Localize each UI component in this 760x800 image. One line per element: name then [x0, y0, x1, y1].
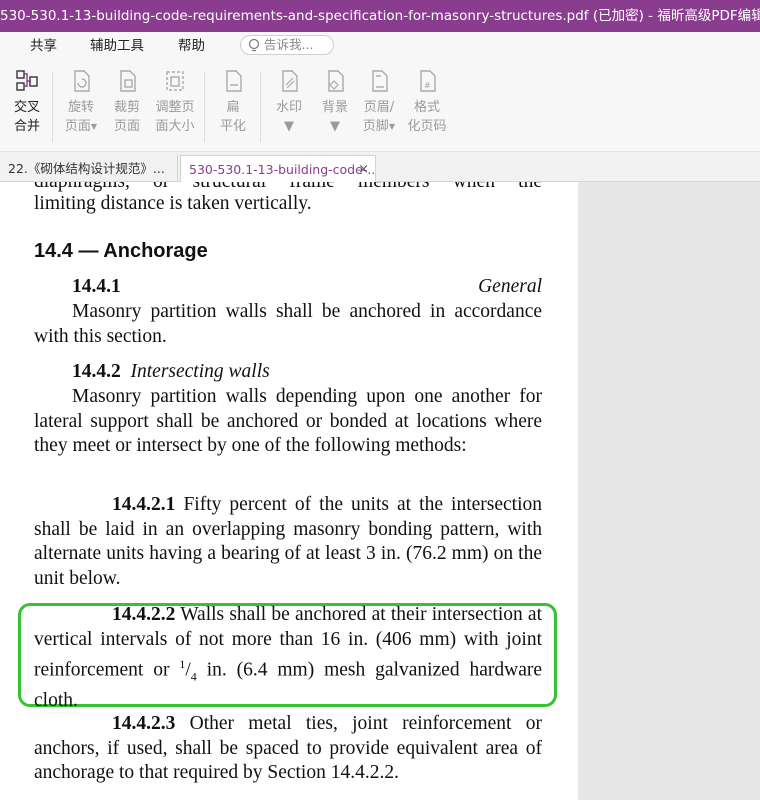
cross-merge-button[interactable]: 交叉 合并	[4, 68, 50, 136]
format-page-number-label-2: 化页码	[407, 119, 447, 134]
background-icon	[328, 70, 344, 92]
crop-page-icon	[120, 70, 136, 92]
flatten-icon	[226, 70, 242, 92]
section-number: 14.4.2	[72, 361, 121, 382]
paragraph-14-4-2-2: 14.4.2.2 Walls shall be anchored at thei…	[34, 604, 542, 711]
rotate-page-icon	[74, 70, 90, 92]
document-tab-bar: 22.《砌体结构设计规范》... 530-530.1-13-building-c…	[0, 152, 760, 182]
cross-merge-label-1: 交叉	[13, 100, 40, 115]
fraction-denominator: 4	[190, 669, 197, 684]
flatten-label-2: 平化	[219, 119, 246, 134]
header-footer-icon	[372, 70, 388, 92]
paragraph-text: Other metal ties, joint reinforcement or…	[34, 713, 542, 783]
resize-page-label-1: 调整页	[155, 100, 195, 115]
menu-share[interactable]: 共享	[30, 32, 57, 60]
flatten-button[interactable]: 扁 平化	[210, 68, 256, 136]
paragraph-14-4-2-1: 14.4.2.1 Fifty percent of the units at t…	[34, 493, 542, 591]
chevron-down-icon: ▼	[388, 122, 396, 131]
document-page: diaphragms, or structural frame members …	[0, 182, 578, 800]
section-number: 14.4.1	[72, 276, 121, 297]
section-number: 14.4.2.2	[112, 604, 176, 625]
resize-page-label-2: 面大小	[155, 119, 195, 134]
rotate-page-label-1: 旋转	[67, 100, 94, 115]
side-panel	[578, 182, 760, 800]
fraction-numerator: 1	[179, 657, 186, 671]
section-title: Intersecting walls	[130, 361, 270, 382]
window-title: 530-530.1-13-building-code-requirements-…	[0, 8, 760, 24]
svg-text:#: #	[424, 81, 431, 90]
chevron-down-icon: ▼	[330, 119, 340, 134]
format-page-number-label-1: 格式	[413, 100, 440, 115]
tab-label: 22.《砌体结构设计规范》...	[8, 161, 165, 176]
watermark-label: 水印	[275, 100, 302, 115]
ribbon-separator	[52, 72, 53, 142]
ribbon-separator	[260, 72, 261, 142]
menu-bar: 共享 辅助工具 帮助 告诉我...	[0, 32, 760, 60]
section-number: 14.4.2.3	[112, 713, 176, 734]
background-label: 背景	[321, 100, 348, 115]
watermark-icon	[282, 70, 298, 92]
crop-page-label-1: 裁剪	[113, 100, 140, 115]
menu-tools[interactable]: 辅助工具	[90, 32, 144, 60]
cross-merge-label-2: 合并	[13, 119, 40, 134]
window-title-bar: 530-530.1-13-building-code-requirements-…	[0, 0, 760, 32]
chevron-down-icon: ▼	[90, 122, 98, 131]
rotate-page-button[interactable]: 旋转 页面▼	[58, 68, 104, 136]
ribbon-separator	[204, 72, 205, 142]
menu-help[interactable]: 帮助	[178, 32, 205, 60]
format-page-number-button[interactable]: # 格式 化页码	[404, 68, 450, 136]
lightbulb-icon	[248, 38, 260, 52]
ribbon-toolbar: 交叉 合并 旋转 页面▼ 裁剪 页面 调整页 面大小 扁 平化 水印 ▼ 背景 …	[0, 60, 760, 152]
tell-me-placeholder: 告诉我...	[264, 37, 314, 52]
tab-masonry-code-cn[interactable]: 22.《砌体结构设计规范》...	[0, 155, 178, 182]
chevron-down-icon: ▼	[284, 119, 294, 134]
section-number: 14.4.2.1	[112, 494, 176, 515]
flatten-label-1: 扁	[226, 100, 240, 115]
cross-merge-icon	[16, 70, 38, 91]
resize-page-button[interactable]: 调整页 面大小	[152, 68, 198, 136]
paragraph-intersecting-walls: Masonry partition walls depending upon o…	[34, 386, 542, 456]
background-button[interactable]: 背景 ▼	[312, 68, 358, 136]
page-number-icon: #	[420, 70, 436, 92]
header-footer-button[interactable]: 页眉/ 页脚▼	[356, 68, 402, 136]
tell-me-search[interactable]: 告诉我...	[240, 35, 334, 55]
crop-page-button[interactable]: 裁剪 页面	[104, 68, 150, 136]
text-line-limiting: limiting distance is taken vertically.	[34, 193, 312, 214]
paragraph-14-4-2-3: 14.4.2.3 Other metal ties, joint reinfor…	[34, 712, 542, 786]
header-footer-label-1: 页眉/	[363, 100, 395, 115]
paragraph-general: Masonry partition walls shall be anchore…	[34, 301, 542, 347]
watermark-button[interactable]: 水印 ▼	[266, 68, 312, 136]
tab-building-code-pdf[interactable]: 530-530.1-13-building-code-... ×	[180, 155, 376, 182]
close-icon[interactable]: ×	[358, 156, 369, 182]
resize-page-icon	[166, 71, 184, 91]
tab-label: 530-530.1-13-building-code-...	[189, 162, 376, 177]
section-title: General	[478, 276, 542, 297]
section-heading: 14.4 — Anchorage	[34, 240, 208, 262]
header-footer-label-2: 页脚	[362, 119, 389, 134]
rotate-page-label-2: 页面	[64, 119, 91, 134]
crop-page-label-2: 页面	[113, 119, 140, 134]
section-14-4-2: 14.4.2 Intersecting walls	[34, 360, 542, 385]
section-14-4-1: 14.4.1 General	[34, 275, 542, 300]
paragraph-text: Fifty percent of the units at the inters…	[34, 494, 543, 589]
